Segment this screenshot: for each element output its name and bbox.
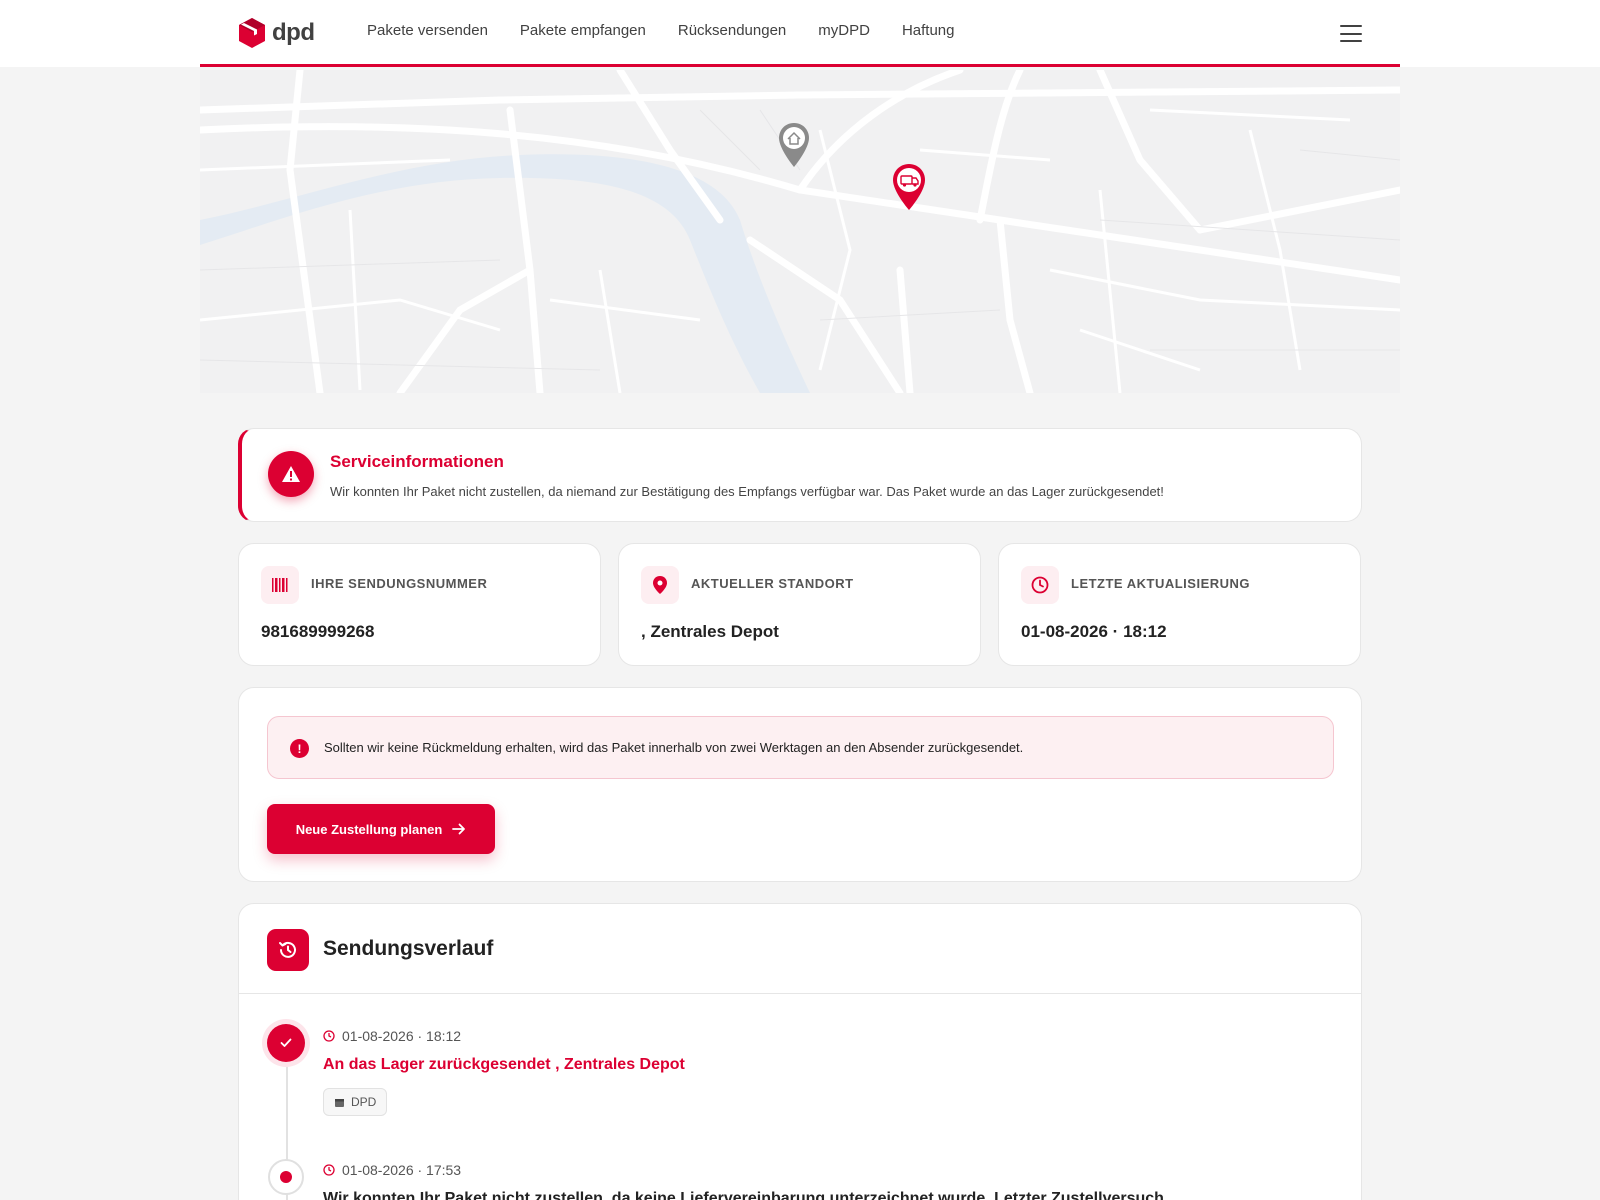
schedule-delivery-label: Neue Zustellung planen [295, 821, 443, 837]
header-bar: dpd Pakete versenden Pakete empfangen Rü… [200, 0, 1400, 67]
warning-icon [268, 451, 314, 497]
delivery-action-card: ! Sollten wir keine Rückmeldung erhalten… [238, 687, 1362, 882]
timeline-event-title: An das Lager zurückgesendet , Zentrales … [323, 1056, 685, 1073]
tracking-map[interactable] [200, 70, 1400, 393]
timeline-event-time: 01-08-2026 · 17:53 [323, 1162, 461, 1178]
nav-haftung[interactable]: Haftung [902, 22, 955, 39]
carrier-tag: DPD [323, 1088, 388, 1116]
schedule-delivery-button[interactable]: Neue Zustellung planen [267, 804, 495, 854]
service-info-title: Serviceinformationen [330, 452, 504, 471]
timeline-event-time-text: 01-08-2026 · 18:12 [342, 1028, 462, 1044]
delivery-van-pin-icon[interactable] [892, 163, 926, 211]
last-update-value: 01-08-2026 · 18:12 [1021, 622, 1167, 641]
logo-text: dpd [272, 19, 315, 46]
dpd-logo[interactable]: dpd [238, 17, 315, 49]
last-update-card: LETZTE AKTUALISIERUNG 01-08-2026 · 18:12 [998, 543, 1361, 666]
return-notice-text: Sollten wir keine Rückmeldung erhalten, … [324, 740, 1024, 755]
clock-icon [1021, 566, 1059, 604]
service-info-card: Serviceinformationen Wir konnten Ihr Pak… [238, 428, 1362, 522]
current-location-label: AKTUELLER STANDORT [691, 576, 854, 591]
nav-pakete-empfangen[interactable]: Pakete empfangen [520, 22, 646, 39]
main-nav: Pakete versenden Pakete empfangen Rückse… [367, 22, 955, 39]
last-update-label: LETZTE AKTUALISIERUNG [1071, 576, 1251, 591]
carrier-tag-text: DPD [351, 1095, 377, 1109]
service-info-text: Wir konnten Ihr Paket nicht zustellen, d… [330, 484, 1164, 499]
clock-icon [323, 1164, 335, 1176]
current-location-card: AKTUELLER STANDORT , Zentrales Depot [618, 543, 981, 666]
tracking-number-label: IHRE SENDUNGSNUMMER [311, 576, 488, 591]
dpd-cube-icon [239, 18, 265, 48]
history-header: Sendungsverlauf [239, 904, 1361, 994]
history-title: Sendungsverlauf [323, 937, 494, 960]
timeline-event-title: Wir konnten Ihr Paket nicht zustellen, d… [323, 1190, 1164, 1200]
checkmark-icon [267, 1024, 305, 1062]
shipment-history-card: Sendungsverlauf 01-08-2026 · 18:12 An da… [238, 903, 1362, 1200]
clock-icon [323, 1030, 335, 1042]
timeline-dot-icon [268, 1159, 304, 1195]
package-icon [335, 1098, 344, 1107]
menu-icon[interactable] [1340, 25, 1362, 42]
current-location-value: , Zentrales Depot [641, 622, 779, 641]
tracking-number-card: IHRE SENDUNGSNUMMER 981689999268 [238, 543, 601, 666]
location-pin-icon [641, 566, 679, 604]
return-notice: ! Sollten wir keine Rückmeldung erhalten… [267, 716, 1334, 779]
tracking-number-value: 981689999268 [261, 622, 375, 641]
barcode-icon [261, 566, 299, 604]
home-pin-icon[interactable] [778, 122, 810, 168]
timeline-event-time: 01-08-2026 · 18:12 [323, 1028, 461, 1044]
arrow-right-icon [452, 823, 466, 835]
nav-ruecksendungen[interactable]: Rücksendungen [678, 22, 786, 39]
site-header: dpd Pakete versenden Pakete empfangen Rü… [0, 0, 1600, 67]
nav-pakete-versenden[interactable]: Pakete versenden [367, 22, 488, 39]
alert-icon: ! [290, 739, 309, 758]
timeline-event-time-text: 01-08-2026 · 17:53 [342, 1162, 462, 1178]
history-icon [267, 929, 309, 971]
map-background [200, 70, 1400, 393]
nav-mydpd[interactable]: myDPD [818, 22, 870, 39]
